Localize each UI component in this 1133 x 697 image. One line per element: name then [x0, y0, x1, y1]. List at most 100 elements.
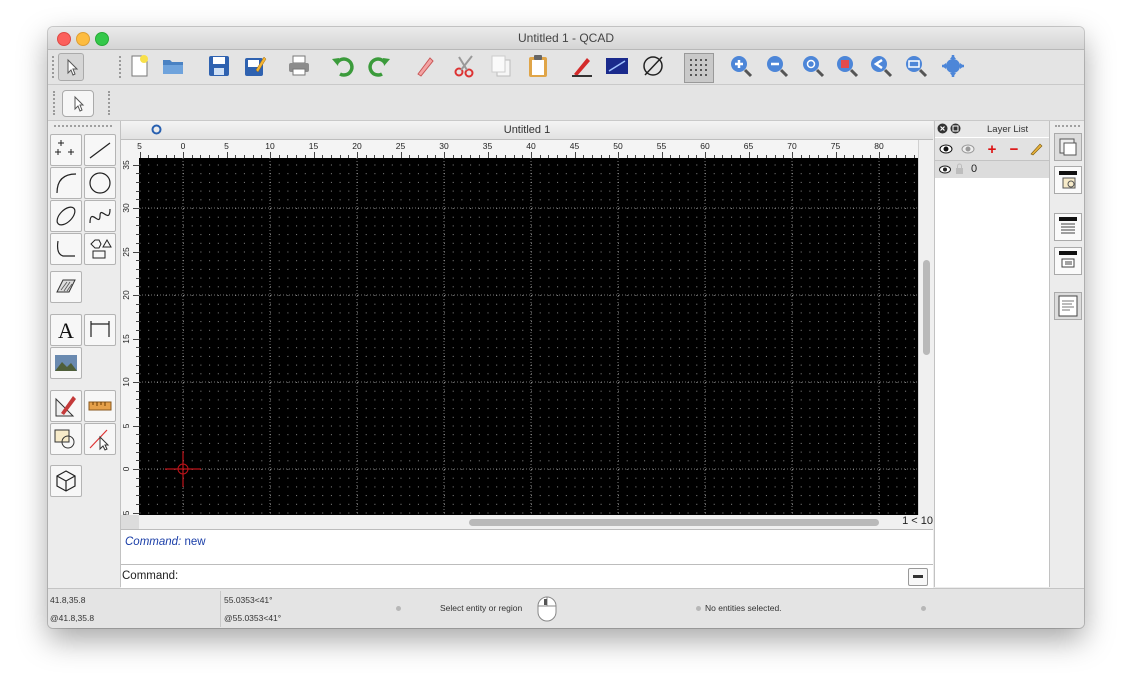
dimension-tool-button[interactable] [84, 314, 116, 346]
horizontal-scroll-thumb[interactable] [469, 519, 879, 526]
relative-polar-coordinate: @55.0353<41° [224, 613, 282, 623]
undo-arrow-icon [332, 57, 354, 77]
block-tool-button[interactable] [50, 465, 82, 497]
layer-list-dock-button[interactable] [1054, 133, 1082, 161]
pan-button[interactable] [940, 53, 966, 79]
document-tab[interactable]: Untitled 1 [121, 121, 933, 140]
save-as-button[interactable] [242, 53, 268, 79]
circle-tool-button[interactable] [84, 167, 116, 199]
vertical-scrollbar[interactable] [918, 140, 934, 515]
grid-dots [139, 164, 915, 514]
remove-layer-button[interactable]: − [1004, 140, 1024, 158]
select-pointer-button[interactable] [58, 53, 84, 81]
cut-button[interactable] [452, 53, 478, 79]
command-line-dock-button[interactable] [1054, 292, 1082, 320]
ruler-label: 35 [482, 141, 493, 151]
zoom-previous-button[interactable] [868, 53, 894, 79]
options-toolbar [48, 85, 1084, 121]
new-file-button[interactable] [126, 53, 152, 79]
zoom-selection-button[interactable] [834, 53, 860, 79]
dock-grip[interactable] [1055, 125, 1080, 127]
horizontal-scrollbar[interactable] [139, 515, 899, 529]
snap-tool-button[interactable] [50, 423, 82, 455]
relative-coordinate: @41.8,35.8 [50, 613, 95, 623]
toolbar-grip[interactable] [53, 91, 57, 115]
edit-layer-button[interactable] [1026, 140, 1046, 158]
ruler-label: 45 [569, 141, 580, 151]
auto-zoom-icon [803, 56, 825, 78]
vertical-scroll-thumb[interactable] [923, 260, 930, 355]
ruler-label: 50 [613, 141, 623, 151]
close-panel-icon[interactable] [937, 123, 948, 134]
ruler-label: 10 [265, 141, 275, 151]
library-icon [1059, 251, 1077, 268]
plus-icon: + [987, 140, 997, 158]
paste-button[interactable] [525, 53, 551, 79]
eye-hidden-icon [961, 144, 975, 154]
toggle-view-button[interactable] [604, 53, 630, 79]
draft-mode-button[interactable] [569, 53, 595, 79]
zoom-window-button[interactable] [903, 53, 929, 79]
add-layer-button[interactable]: + [982, 140, 1002, 158]
ellipse-tool-button[interactable] [50, 200, 82, 232]
undo-button[interactable] [330, 53, 356, 79]
ruler-label: 15 [121, 333, 131, 344]
save-button[interactable] [206, 53, 232, 79]
line-tool-button[interactable] [84, 134, 116, 166]
redo-arrow-icon [368, 57, 390, 77]
hatch-tool-button[interactable] [50, 271, 82, 303]
arrow-pointer-icon [67, 58, 79, 76]
svg-text:A: A [58, 318, 74, 343]
right-dock [1049, 121, 1084, 587]
toolbar-grip[interactable] [108, 91, 112, 115]
auto-zoom-button[interactable] [800, 53, 826, 79]
save-as-icon [245, 56, 267, 76]
polyline-icon [56, 240, 75, 257]
modify-tool-button[interactable] [50, 390, 82, 422]
toolbar-grip[interactable] [52, 56, 56, 78]
command-history-toggle-button[interactable] [908, 568, 928, 586]
redo-button[interactable] [366, 53, 392, 79]
block-list-dock-button[interactable] [1054, 166, 1082, 194]
zoom-in-button[interactable] [728, 53, 754, 79]
layer-row[interactable]: 0 [935, 161, 1049, 178]
hide-all-layers-button[interactable] [958, 140, 978, 158]
scissors-icon [454, 55, 474, 78]
polyline-tool-button[interactable] [50, 233, 82, 265]
cube-icon [56, 470, 76, 492]
layer-visible-eye-icon[interactable] [939, 164, 951, 175]
measure-tool-button[interactable] [84, 390, 116, 422]
spline-tool-button[interactable] [84, 200, 116, 232]
text-tool-button[interactable]: A [50, 314, 82, 346]
zoom-out-button[interactable] [764, 53, 790, 79]
snap-select-button[interactable] [62, 90, 94, 117]
block-list-icon [1059, 171, 1077, 189]
print-button[interactable] [286, 53, 312, 79]
toolbar-grip[interactable] [54, 125, 112, 127]
status-bar: 41.8,35.8 @41.8,35.8 55.0353<41° @55.035… [48, 588, 1084, 628]
image-tool-button[interactable] [50, 347, 82, 379]
command-input[interactable] [179, 568, 903, 585]
float-panel-icon[interactable] [950, 123, 961, 134]
open-button[interactable] [160, 53, 186, 79]
point-tool-button[interactable] [50, 134, 82, 166]
layer-lock-icon[interactable] [955, 163, 964, 175]
command-history: Command: new [121, 529, 933, 564]
vertical-ruler: 35 30 25 20 15 10 5 0 5 [121, 158, 140, 515]
library-browser-dock-button[interactable] [1054, 247, 1082, 275]
grid-toggle-button[interactable] [684, 53, 714, 83]
show-all-layers-button[interactable] [936, 140, 956, 158]
line-icon [89, 142, 111, 159]
crosshair-button[interactable] [640, 53, 666, 79]
erase-button[interactable] [411, 53, 437, 79]
copy-button[interactable] [488, 53, 514, 79]
select-tool-button[interactable] [84, 423, 116, 455]
shape-tool-button[interactable] [84, 233, 116, 265]
layer-list-title: Layer List [987, 124, 1029, 135]
property-editor-dock-button[interactable] [1054, 213, 1082, 241]
arc-tool-button[interactable] [50, 167, 82, 199]
drawing-canvas[interactable] [139, 158, 918, 515]
arrow-pointer-icon [74, 95, 85, 112]
printer-icon [289, 55, 309, 76]
toolbar-grip[interactable] [119, 56, 123, 78]
